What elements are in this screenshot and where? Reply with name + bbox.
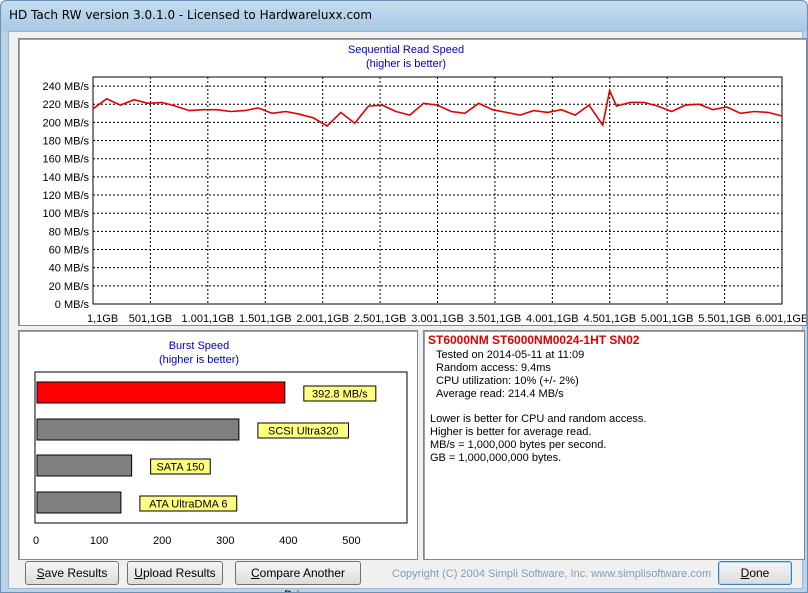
drive-model: ST6000NM ST6000NM0024-1HT SN02 [428,333,640,347]
cpu-utilization: CPU utilization: 10% (+/- 2%) [436,375,579,387]
burst-x-tick-label: 200 [153,535,171,547]
sequential-x-tick-label: 3.001,1GB [411,313,464,325]
upload-results-button[interactable]: Upload Results [127,561,223,585]
save-results-button[interactable]: Save Results [25,561,119,585]
sequential-y-tick-label: 240 MB/s [43,81,90,93]
done-mnemonic: D [740,566,750,580]
sequential-x-tick-label: 1.501,1GB [239,313,292,325]
burst-speed-panel: Burst Speed (higher is better) 392.8 MB/… [18,330,418,560]
sequential-y-tick-label: 60 MB/s [49,245,90,257]
burst-bar-label: ATA UltraDMA 6 [149,499,227,511]
burst-bar-label: SATA 150 [156,462,204,474]
results-info-panel: ST6000NM ST6000NM0024-1HT SN02 Tested on… [423,330,805,560]
sequential-y-tick-label: 80 MB/s [49,226,90,238]
sequential-x-tick-label: 501,1GB [129,313,172,325]
sequential-x-tick-label: 1.001,1GB [182,313,235,325]
upload-label: pload Results [142,566,216,580]
done-button[interactable]: Done [718,561,792,585]
burst-chart-title: Burst Speed [169,340,230,352]
compare-mnemonic: C [250,566,260,580]
sequential-y-tick-label: 140 MB/s [43,172,90,184]
sequential-x-tick-label: 5.501,1GB [698,313,751,325]
burst-x-tick-label: 400 [279,535,297,547]
sequential-x-tick-label: 4.001,1GB [526,313,579,325]
window-title: HD Tach RW version 3.0.1.0 - Licensed to… [9,8,373,22]
burst-bar-label: SCSI Ultra320 [268,426,338,438]
sequential-y-tick-label: 200 MB/s [43,117,90,129]
note-line: Higher is better for average read. [430,426,592,438]
sequential-read-chart: Sequential Read Speed (higher is better)… [43,44,807,325]
burst-x-tick-label: 100 [90,535,108,547]
upload-mnemonic: U [134,566,143,580]
note-line: Lower is better for CPU and random acces… [430,413,647,425]
sequential-x-tick-label: 2.001,1GB [296,313,349,325]
burst-x-tick-label: 0 [33,535,39,547]
sequential-y-tick-label: 160 MB/s [43,154,90,166]
burst-chart-subtitle: (higher is better) [159,354,239,366]
note-line: GB = 1,000,000,000 bytes. [430,452,562,464]
compare-label: ompare Another Drive [259,566,346,592]
save-label: ave Results [44,566,108,580]
sequential-x-tick-label: 1,1GB [87,313,118,325]
title-bar[interactable]: HD Tach RW version 3.0.1.0 - Licensed to… [1,1,807,31]
compare-another-drive-button[interactable]: Compare Another Drive [235,561,361,592]
sequential-y-tick-label: 120 MB/s [43,190,90,202]
note-line: MB/s = 1,000,000 bytes per second. [430,439,607,451]
burst-bar [36,491,122,514]
sequential-y-tick-label: 40 MB/s [49,263,90,275]
save-mnemonic: S [36,566,45,580]
sequential-x-tick-label: 4.501,1GB [583,313,636,325]
burst-bar [36,381,286,404]
sequential-y-tick-label: 0 MB/s [55,299,90,311]
done-label: one [749,566,770,580]
sequential-x-tick-label: 5.001,1GB [641,313,694,325]
burst-x-tick-label: 500 [342,535,360,547]
burst-speed-chart: Burst Speed (higher is better) 392.8 MB/… [33,340,408,547]
average-read: Average read: 214.4 MB/s [436,388,564,400]
random-access: Random access: 9.4ms [436,362,551,374]
sequential-y-tick-label: 220 MB/s [43,99,90,111]
sequential-x-tick-label: 2.501,1GB [354,313,407,325]
burst-x-tick-label: 300 [216,535,234,547]
sequential-y-tick-label: 180 MB/s [43,136,90,148]
copyright-text: Copyright (C) 2004 Simpli Software, Inc.… [392,568,712,580]
sequential-x-tick-label: 3.501,1GB [469,313,522,325]
burst-bar-label: 392.8 MB/s [312,389,368,401]
burst-bar [36,454,133,477]
sequential-chart-subtitle: (higher is better) [366,58,446,70]
sequential-y-tick-label: 100 MB/s [43,208,90,220]
app-window: HD Tach RW version 3.0.1.0 - Licensed to… [0,0,808,593]
sequential-x-tick-label: 6.001,1GE [756,313,806,325]
client-area: Sequential Read Speed (higher is better)… [8,31,807,592]
burst-bar [36,418,240,441]
tested-date: Tested on 2014-05-11 at 11:09 [436,349,585,361]
sequential-read-panel: Sequential Read Speed (higher is better)… [18,38,807,326]
sequential-y-tick-label: 20 MB/s [49,281,90,293]
sequential-chart-title: Sequential Read Speed [348,44,464,56]
